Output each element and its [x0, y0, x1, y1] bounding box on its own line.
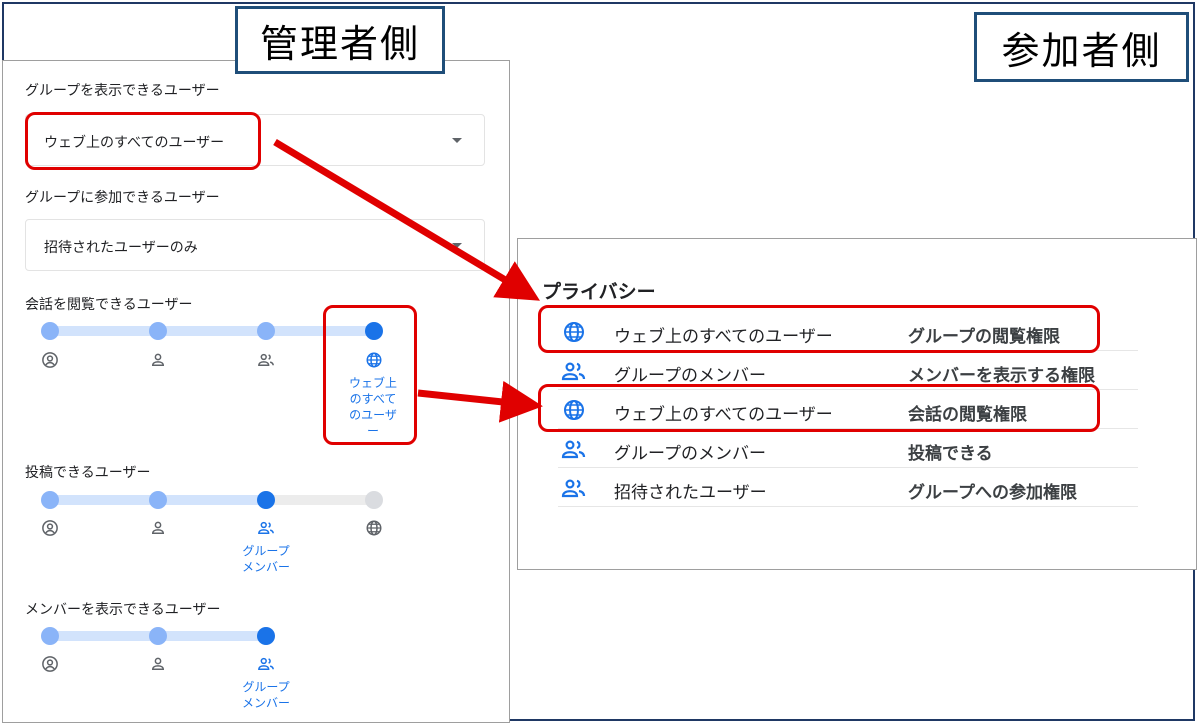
annotation-arrows — [273, 138, 543, 423]
arrow-conversations — [417, 380, 543, 423]
arrow-view-group — [273, 138, 541, 301]
